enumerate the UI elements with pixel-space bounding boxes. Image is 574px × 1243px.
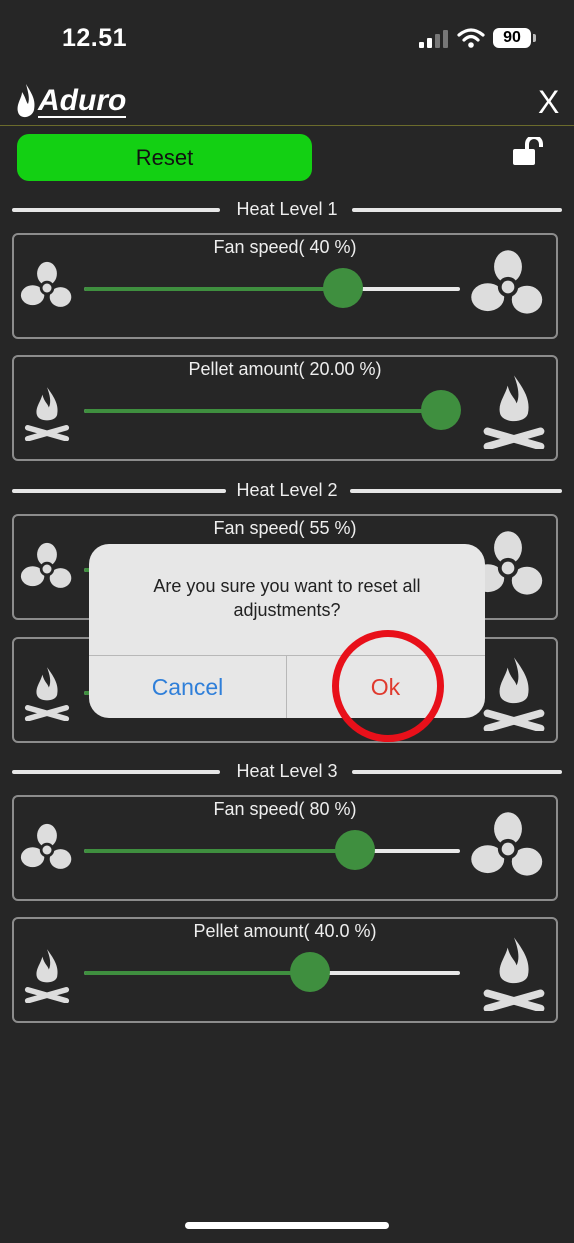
- pellet-amount-slider-3[interactable]: Pellet amount( 40.0 %): [12, 917, 558, 1023]
- campfire-large-icon: [483, 657, 545, 731]
- fan-speed-slider-3[interactable]: Fan speed( 80 %): [12, 795, 558, 901]
- status-time: 12.51: [62, 24, 128, 52]
- aduro-logo: Aduro: [14, 80, 127, 124]
- fan-low-icon: [20, 823, 72, 869]
- logo-text: Aduro: [38, 84, 127, 118]
- heat-level-3-header: Heat Level 3: [12, 756, 562, 786]
- campfire-small-icon: [24, 667, 70, 721]
- fan-low-icon: [20, 542, 72, 588]
- campfire-large-icon: [483, 937, 545, 1011]
- slider-thumb[interactable]: [421, 390, 462, 430]
- campfire-small-icon: [24, 387, 70, 441]
- heat-level-1-title: Heat Level 1: [230, 199, 344, 219]
- pellet-amount-slider-1[interactable]: Pellet amount( 20.00 %): [12, 355, 558, 461]
- heat-level-1-header: Heat Level 1: [12, 194, 562, 224]
- slider-thumb[interactable]: [334, 830, 375, 870]
- heat-level-2-header: Heat Level 2: [12, 475, 562, 505]
- heat-level-3-title: Heat Level 3: [230, 761, 344, 781]
- campfire-large-icon: [483, 375, 545, 449]
- fan-high-icon: [471, 812, 543, 876]
- campfire-small-icon: [24, 949, 70, 1003]
- fan-low-icon: [20, 261, 72, 307]
- header-divider: [0, 125, 574, 126]
- home-indicator[interactable]: [185, 1222, 389, 1229]
- cellular-signal-icon: [419, 30, 448, 48]
- pellet-amount-label: Pellet amount( 40.0 %): [193, 921, 377, 941]
- close-button[interactable]: X: [538, 82, 559, 122]
- pellet-amount-label: Pellet amount( 20.00 %): [188, 359, 382, 379]
- slider-thumb[interactable]: [323, 268, 364, 308]
- cancel-button[interactable]: Cancel: [89, 656, 286, 718]
- dialog-message: Are you sure you want to reset all adjus…: [153, 576, 421, 620]
- slider-fill: [84, 409, 442, 413]
- fan-high-icon: [471, 250, 543, 314]
- flame-logo-icon: [17, 84, 35, 118]
- highlight-circle: [332, 630, 444, 742]
- battery-icon: 90: [493, 28, 536, 48]
- slider-thumb[interactable]: [289, 952, 330, 992]
- slider-fill: [84, 287, 344, 291]
- unlock-icon[interactable]: [511, 137, 547, 167]
- slider-fill: [84, 971, 310, 975]
- wifi-icon: [457, 28, 485, 48]
- reset-button[interactable]: Reset: [17, 134, 312, 181]
- fan-speed-slider-1[interactable]: Fan speed( 40 %): [12, 233, 558, 339]
- heat-level-2-title: Heat Level 2: [230, 480, 344, 500]
- slider-fill: [84, 849, 355, 853]
